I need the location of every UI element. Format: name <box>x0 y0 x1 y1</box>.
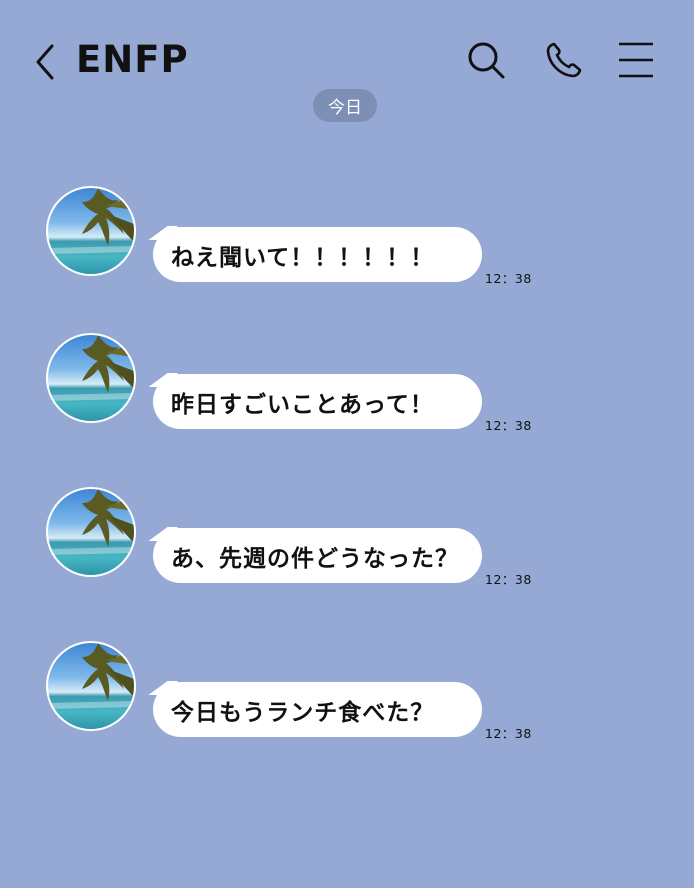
message-row: ねえ聞いて！！！！！！ 12：38 <box>0 186 694 286</box>
avatar[interactable] <box>46 333 136 423</box>
call-button[interactable] <box>544 40 584 80</box>
message-time: 12：38 <box>485 418 532 433</box>
message-bubble: 昨日すごいことあって！ <box>153 374 482 429</box>
date-separator: 今日 <box>313 89 377 122</box>
avatar[interactable] <box>46 487 136 577</box>
message-text: 昨日すごいことあって！ <box>171 391 434 418</box>
message-time: 12：38 <box>485 572 532 587</box>
search-icon <box>468 42 505 79</box>
message-bubble: 今日もうランチ食べた？ <box>153 682 482 737</box>
menu-icon <box>619 42 653 78</box>
phone-icon <box>546 42 582 78</box>
back-button[interactable] <box>30 40 60 84</box>
back-icon <box>36 44 54 80</box>
palm-tree-icon <box>48 643 134 709</box>
message-row: 昨日すごいことあって！ 12：38 <box>0 333 694 433</box>
message-row: 今日もうランチ食べた？ 12：38 <box>0 641 694 741</box>
avatar[interactable] <box>46 186 136 276</box>
menu-button[interactable] <box>616 40 656 80</box>
avatar[interactable] <box>46 641 136 731</box>
palm-tree-icon <box>48 489 134 555</box>
message-text: 今日もうランチ食べた？ <box>171 699 435 726</box>
message-time: 12：38 <box>485 271 532 286</box>
message-bubble: あ、先週の件どうなった？ <box>153 528 482 583</box>
message-row: あ、先週の件どうなった？ 12：38 <box>0 487 694 587</box>
palm-tree-icon <box>48 188 134 254</box>
message-text: あ、先週の件どうなった？ <box>171 545 459 572</box>
search-button[interactable] <box>466 40 506 80</box>
message-time: 12：38 <box>485 726 532 741</box>
message-text: ねえ聞いて！！！！！！ <box>171 244 435 271</box>
message-bubble: ねえ聞いて！！！！！！ <box>153 227 482 282</box>
palm-tree-icon <box>48 335 134 401</box>
chat-title: ENFP <box>76 38 189 81</box>
